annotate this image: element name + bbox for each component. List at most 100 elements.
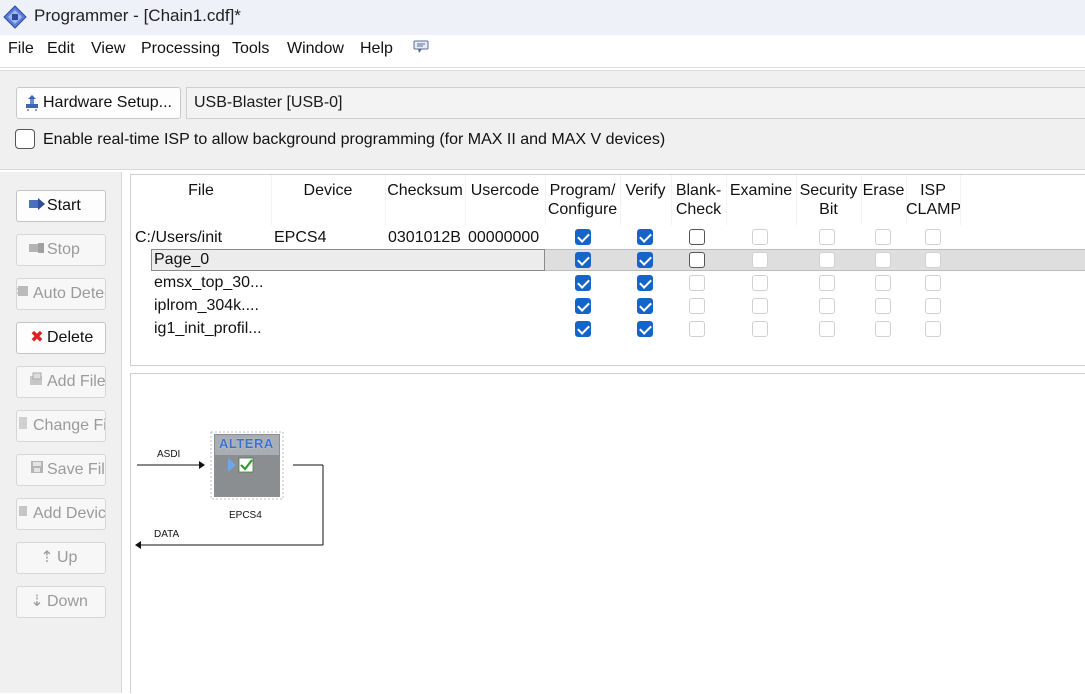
menu-file[interactable]: File	[8, 40, 34, 58]
examine-checkbox[interactable]	[752, 298, 768, 314]
add-file-button[interactable]: Add File...	[16, 366, 106, 398]
programmer-app-icon[interactable]	[2, 4, 28, 30]
data-label: DATA	[154, 529, 180, 540]
header-security-bit[interactable]: Security Bit	[796, 181, 861, 219]
examine-checkbox[interactable]	[752, 321, 768, 337]
add-device-button[interactable]: Add Device	[16, 498, 106, 530]
help-bubble-icon[interactable]	[413, 40, 429, 54]
auto-detect-button[interactable]: Auto Detect	[16, 278, 106, 310]
checkbox-clip-mask	[891, 228, 893, 247]
up-label: Up	[57, 549, 78, 566]
program-checkbox[interactable]	[575, 229, 591, 245]
header-blank-line2: Check	[675, 201, 722, 218]
examine-checkbox[interactable]	[752, 229, 768, 245]
isp-checkbox[interactable]	[925, 252, 941, 268]
isp-checkbox[interactable]	[925, 298, 941, 314]
security-checkbox[interactable]	[819, 275, 835, 291]
delete-button[interactable]: ✖ Delete	[16, 322, 106, 354]
change-file-label: Change File	[33, 417, 106, 434]
down-button[interactable]: ⇣ Down	[16, 586, 106, 618]
menu-processing[interactable]: Processing	[141, 40, 220, 58]
verify-checkbox[interactable]	[637, 229, 653, 245]
blank-checkbox[interactable]	[689, 229, 705, 245]
menu-window[interactable]: Window	[287, 40, 344, 58]
table-row-checksum: 0301012B	[388, 229, 461, 246]
start-label: Start	[47, 197, 81, 214]
security-checkbox[interactable]	[819, 321, 835, 337]
checkbox-clip-mask	[705, 228, 707, 247]
table-row-file[interactable]: iplrom_304k....	[154, 297, 274, 315]
add-file-label: Add File...	[47, 373, 106, 390]
program-checkbox[interactable]	[575, 252, 591, 268]
security-checkbox[interactable]	[819, 298, 835, 314]
change-file-button[interactable]: Change File	[16, 410, 106, 442]
checkbox-clip-mask	[705, 274, 707, 293]
program-checkbox[interactable]	[575, 321, 591, 337]
header-program-configure[interactable]: Program/ Configure	[545, 181, 620, 219]
table-row-file[interactable]: ig1_init_profil...	[154, 320, 274, 338]
header-checksum[interactable]: Checksum	[385, 181, 465, 200]
program-checkbox[interactable]	[575, 298, 591, 314]
header-erase[interactable]: Erase	[861, 181, 906, 200]
header-examine[interactable]: Examine	[726, 181, 796, 200]
menu-tools[interactable]: Tools	[232, 40, 269, 58]
header-file[interactable]: File	[131, 181, 271, 200]
checkbox-clip-mask	[835, 320, 837, 339]
header-blank-line1: Blank-	[675, 182, 722, 199]
table-row-file[interactable]: C:/Users/init	[135, 229, 270, 247]
menu-help[interactable]: Help	[360, 40, 393, 58]
start-icon	[29, 191, 45, 221]
header-program-line2: Configure	[547, 201, 618, 218]
realtime-isp-checkbox[interactable]	[15, 129, 35, 149]
header-device[interactable]: Device	[271, 181, 385, 200]
blank-checkbox[interactable]	[689, 275, 705, 291]
checkbox-clip-mask	[941, 274, 943, 293]
delete-icon: ✖	[30, 329, 44, 346]
blank-checkbox[interactable]	[689, 252, 705, 268]
erase-checkbox[interactable]	[875, 229, 891, 245]
isp-checkbox[interactable]	[925, 321, 941, 337]
checkbox-clip-mask	[891, 251, 893, 270]
checkbox-clip-mask	[891, 320, 893, 339]
header-isp-clamp[interactable]: ISP CLAMP	[906, 181, 960, 219]
change-file-icon	[17, 411, 31, 441]
header-isp-line2: CLAMP	[906, 201, 960, 218]
verify-checkbox[interactable]	[637, 275, 653, 291]
examine-checkbox[interactable]	[752, 252, 768, 268]
erase-checkbox[interactable]	[875, 275, 891, 291]
verify-checkbox[interactable]	[637, 252, 653, 268]
table-row-file[interactable]: Page_0	[154, 251, 274, 269]
add-device-label: Add Device	[33, 505, 106, 522]
header-verify[interactable]: Verify	[620, 181, 671, 200]
save-file-label: Save File	[47, 461, 105, 478]
program-checkbox[interactable]	[575, 275, 591, 291]
verify-checkbox[interactable]	[637, 321, 653, 337]
blank-checkbox[interactable]	[689, 321, 705, 337]
header-security-line2: Bit	[819, 201, 838, 218]
checkbox-clip-mask	[891, 274, 893, 293]
erase-checkbox[interactable]	[875, 252, 891, 268]
security-checkbox[interactable]	[819, 229, 835, 245]
erase-checkbox[interactable]	[875, 298, 891, 314]
hardware-setup-button[interactable]: Hardware Setup...	[16, 87, 181, 119]
security-checkbox[interactable]	[819, 252, 835, 268]
header-blank-check[interactable]: Blank- Check	[671, 181, 726, 219]
auto-detect-icon	[17, 279, 31, 309]
verify-checkbox[interactable]	[637, 298, 653, 314]
table-row-file[interactable]: emsx_top_30...	[154, 274, 274, 292]
checkbox-clip-mask	[768, 320, 770, 339]
blank-checkbox[interactable]	[689, 298, 705, 314]
save-file-button[interactable]: Save File	[16, 454, 106, 486]
isp-checkbox[interactable]	[925, 229, 941, 245]
header-usercode[interactable]: Usercode	[465, 181, 545, 200]
up-button[interactable]: ⇡ Up	[16, 542, 106, 574]
menu-edit[interactable]: Edit	[47, 40, 75, 58]
start-button[interactable]: Start	[16, 190, 106, 222]
menu-view[interactable]: View	[91, 40, 125, 58]
examine-checkbox[interactable]	[752, 275, 768, 291]
checkbox-clip-mask	[835, 251, 837, 270]
isp-checkbox[interactable]	[925, 275, 941, 291]
checkbox-clip-mask	[768, 251, 770, 270]
erase-checkbox[interactable]	[875, 321, 891, 337]
stop-button[interactable]: Stop	[16, 234, 106, 266]
